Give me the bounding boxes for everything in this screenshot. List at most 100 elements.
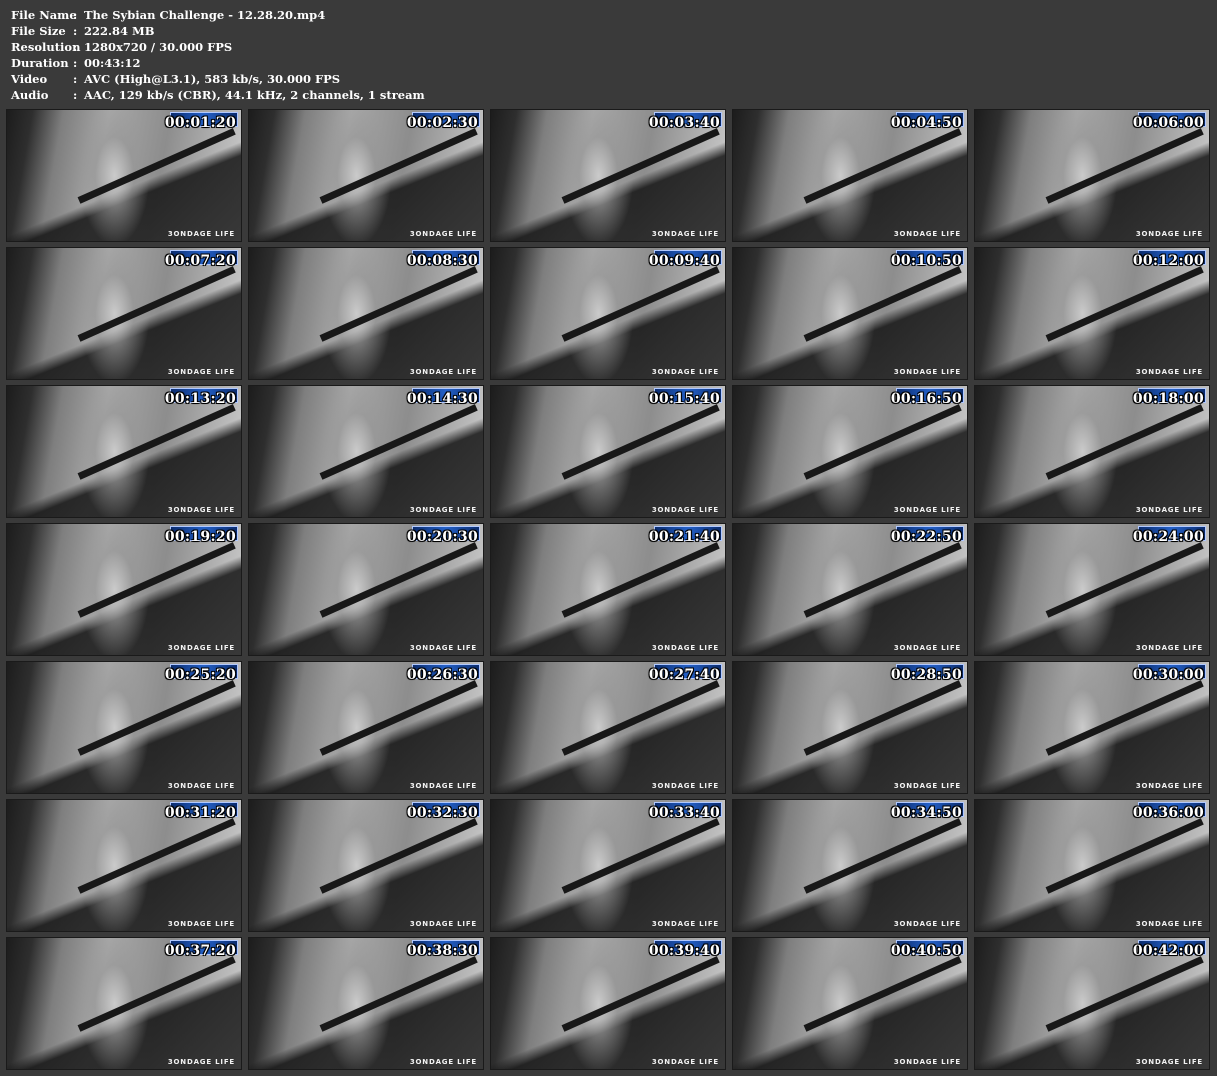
video-thumbnail: 00:33:40 3ONDAGE LIFE (490, 799, 726, 932)
watermark-logo: 3ONDAGE LIFE (167, 782, 235, 790)
frame-detail (1045, 128, 1204, 204)
watermark-logo: 3ONDAGE LIFE (651, 506, 719, 514)
video-thumbnail: 00:36:00 3ONDAGE LIFE (974, 799, 1210, 932)
watermark-logo: 3ONDAGE LIFE (409, 920, 477, 928)
watermark-logo: 3ONDAGE LIFE (167, 506, 235, 514)
thumbnail-timestamp: 00:03:40 (648, 115, 720, 131)
thumbnail-timestamp: 00:25:20 (164, 667, 236, 683)
watermark-logo: 3ONDAGE LIFE (893, 368, 961, 376)
watermark-logo: 3ONDAGE LIFE (1135, 506, 1203, 514)
thumbnail-timestamp: 00:21:40 (648, 529, 720, 545)
info-value: AVC (High@L3.1), 583 kb/s, 30.000 FPS (84, 72, 341, 86)
watermark-logo: 3ONDAGE LIFE (651, 1058, 719, 1066)
watermark-logo: 3ONDAGE LIFE (893, 920, 961, 928)
video-thumbnail: 00:25:20 3ONDAGE LIFE (6, 661, 242, 794)
frame-detail (1045, 542, 1204, 618)
thumbnail-timestamp: 00:42:00 (1132, 943, 1204, 959)
frame-detail (803, 266, 962, 342)
frame-detail (561, 818, 720, 894)
frame-detail (77, 680, 236, 756)
video-thumbnail: 00:02:30 3ONDAGE LIFE (248, 109, 484, 242)
thumbnail-timestamp: 00:26:30 (406, 667, 478, 683)
info-separator: : (73, 72, 78, 86)
watermark-logo: 3ONDAGE LIFE (409, 1058, 477, 1066)
video-thumbnail: 00:07:20 3ONDAGE LIFE (6, 247, 242, 380)
watermark-logo: 3ONDAGE LIFE (1135, 782, 1203, 790)
frame-detail (561, 680, 720, 756)
video-thumbnail: 00:14:30 3ONDAGE LIFE (248, 385, 484, 518)
watermark-logo: 3ONDAGE LIFE (1135, 368, 1203, 376)
video-thumbnail: 00:40:50 3ONDAGE LIFE (732, 937, 968, 1070)
watermark-logo: 3ONDAGE LIFE (893, 782, 961, 790)
info-separator: : (73, 8, 78, 22)
video-thumbnail: 00:28:50 3ONDAGE LIFE (732, 661, 968, 794)
thumbnail-timestamp: 00:30:00 (1132, 667, 1204, 683)
thumbnail-timestamp: 00:18:00 (1132, 391, 1204, 407)
video-thumbnail: 00:24:00 3ONDAGE LIFE (974, 523, 1210, 656)
info-value: 00:43:12 (84, 56, 141, 70)
frame-detail (561, 542, 720, 618)
watermark-logo: 3ONDAGE LIFE (893, 644, 961, 652)
video-thumbnail: 00:42:00 3ONDAGE LIFE (974, 937, 1210, 1070)
frame-detail (803, 818, 962, 894)
info-value: 222.84 MB (84, 24, 155, 38)
thumbnail-timestamp: 00:32:30 (406, 805, 478, 821)
file-info-panel: File Name: The Sybian Challenge - 12.28.2… (11, 7, 425, 103)
watermark-logo: 3ONDAGE LIFE (167, 230, 235, 238)
video-thumbnail: 00:20:30 3ONDAGE LIFE (248, 523, 484, 656)
video-thumbnail: 00:18:00 3ONDAGE LIFE (974, 385, 1210, 518)
watermark-logo: 3ONDAGE LIFE (409, 782, 477, 790)
watermark-logo: 3ONDAGE LIFE (651, 368, 719, 376)
video-thumbnail: 00:27:40 3ONDAGE LIFE (490, 661, 726, 794)
thumbnail-timestamp: 00:36:00 (1132, 805, 1204, 821)
frame-detail (1045, 266, 1204, 342)
video-thumbnail: 00:31:20 3ONDAGE LIFE (6, 799, 242, 932)
video-thumbnail: 00:10:50 3ONDAGE LIFE (732, 247, 968, 380)
info-label: Resolution (11, 40, 81, 54)
thumbnail-timestamp: 00:31:20 (164, 805, 236, 821)
frame-detail (561, 266, 720, 342)
frame-detail (1045, 404, 1204, 480)
watermark-logo: 3ONDAGE LIFE (409, 230, 477, 238)
thumbnail-timestamp: 00:27:40 (648, 667, 720, 683)
video-thumbnail: 00:32:30 3ONDAGE LIFE (248, 799, 484, 932)
watermark-logo: 3ONDAGE LIFE (1135, 920, 1203, 928)
watermark-logo: 3ONDAGE LIFE (167, 920, 235, 928)
thumbnail-timestamp: 00:22:50 (890, 529, 962, 545)
frame-detail (803, 128, 962, 204)
thumbnail-timestamp: 00:38:30 (406, 943, 478, 959)
video-thumbnail: 00:26:30 3ONDAGE LIFE (248, 661, 484, 794)
watermark-logo: 3ONDAGE LIFE (409, 506, 477, 514)
watermark-logo: 3ONDAGE LIFE (651, 782, 719, 790)
watermark-logo: 3ONDAGE LIFE (167, 1058, 235, 1066)
info-label: Duration (11, 56, 69, 70)
thumbnail-timestamp: 00:15:40 (648, 391, 720, 407)
watermark-logo: 3ONDAGE LIFE (409, 644, 477, 652)
frame-detail (319, 956, 478, 1032)
video-thumbnail: 00:30:00 3ONDAGE LIFE (974, 661, 1210, 794)
thumbnail-timestamp: 00:16:50 (890, 391, 962, 407)
info-label: Audio (11, 88, 49, 102)
thumbnail-timestamp: 00:09:40 (648, 253, 720, 269)
thumbnail-timestamp: 00:10:50 (890, 253, 962, 269)
info-label: Video (11, 72, 48, 86)
frame-detail (319, 542, 478, 618)
video-thumbnail: 00:12:00 3ONDAGE LIFE (974, 247, 1210, 380)
watermark-logo: 3ONDAGE LIFE (651, 920, 719, 928)
thumbnail-timestamp: 00:02:30 (406, 115, 478, 131)
frame-detail (77, 542, 236, 618)
frame-detail (1045, 818, 1204, 894)
thumbnail-grid: 00:01:20 3ONDAGE LIFE 00:02:30 3ONDAGE LIFE… (6, 109, 1210, 1070)
frame-detail (1045, 680, 1204, 756)
watermark-logo: 3ONDAGE LIFE (893, 506, 961, 514)
video-thumbnail: 00:39:40 3ONDAGE LIFE (490, 937, 726, 1070)
thumbnail-timestamp: 00:14:30 (406, 391, 478, 407)
thumbnail-timestamp: 00:24:00 (1132, 529, 1204, 545)
info-label: File Name (11, 8, 77, 22)
frame-detail (319, 128, 478, 204)
video-thumbnail: 00:19:20 3ONDAGE LIFE (6, 523, 242, 656)
info-label: File Size (11, 24, 66, 38)
frame-detail (561, 128, 720, 204)
frame-detail (319, 818, 478, 894)
video-thumbnail: 00:22:50 3ONDAGE LIFE (732, 523, 968, 656)
